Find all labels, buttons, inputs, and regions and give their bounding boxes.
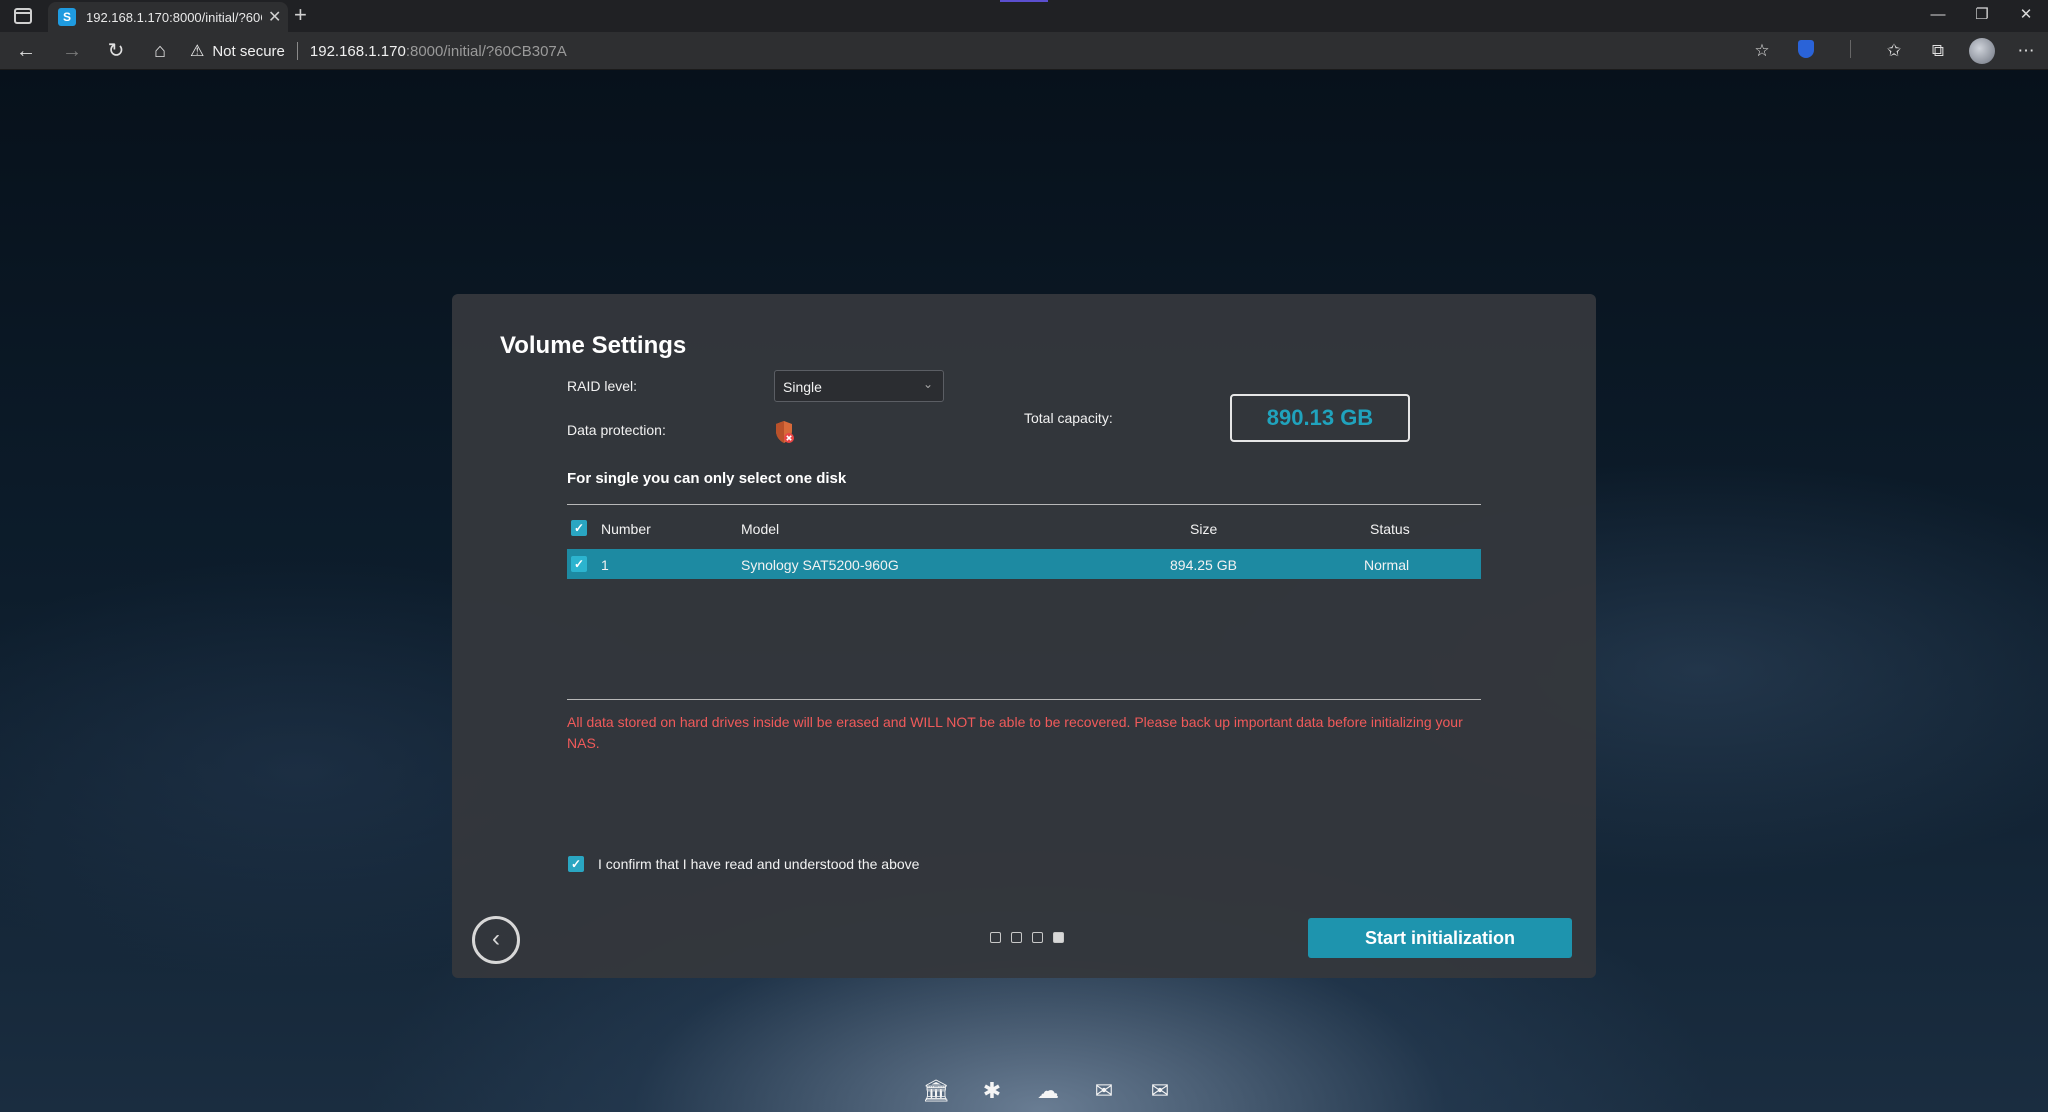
close-tab-icon[interactable]: ✕ — [268, 7, 281, 27]
url-field[interactable]: ⚠ Not secure 192.168.1.170 :8000/initial… — [190, 36, 1790, 66]
header-number: Number — [601, 521, 651, 537]
bitwarden-icon[interactable] — [1784, 39, 1828, 63]
total-capacity-value: 890.13 GB — [1230, 394, 1410, 442]
address-bar: ← → ↻ ⌂ ⚠ Not secure 192.168.1.170 :8000… — [0, 32, 2048, 70]
chat-icon[interactable]: ✉ — [1076, 1078, 1132, 1104]
shield-no-protection-icon — [776, 421, 794, 443]
minimize-icon[interactable]: — — [1916, 0, 1960, 32]
warning-icon: ⚠ — [190, 43, 205, 60]
url-host: 192.168.1.170 — [309, 42, 406, 60]
step-dot — [1011, 932, 1022, 943]
raid-level-label: RAID level: — [567, 378, 638, 394]
select-all-checkbox[interactable]: ✓ — [571, 520, 587, 536]
header-status: Status — [1370, 521, 1410, 537]
dialog-title: Volume Settings — [500, 332, 687, 359]
new-tab-button[interactable]: + — [294, 2, 307, 28]
confirm-checkbox[interactable]: ✓ — [568, 856, 584, 872]
table-row[interactable]: ✓ 1 Synology SAT5200-960G 894.25 GB Norm… — [567, 549, 1481, 579]
add-favorite-icon[interactable]: ☆ — [1740, 41, 1784, 61]
back-icon[interactable]: ← — [6, 32, 46, 70]
back-button[interactable]: ‹ — [472, 916, 520, 964]
security-label[interactable]: Not secure — [212, 43, 285, 60]
collections-icon[interactable]: ⧉ — [1916, 41, 1960, 61]
tab-title: 192.168.1.170:8000/initial/?60CB307A — [86, 9, 262, 25]
step-dot — [1032, 932, 1043, 943]
forward-icon[interactable]: → — [52, 32, 92, 70]
favorites-icon[interactable]: ✩ — [1872, 41, 1916, 61]
puzzle-icon[interactable]: ✱ — [964, 1078, 1020, 1104]
confirm-label[interactable]: I confirm that I have read and understoo… — [598, 856, 919, 872]
row-checkbox[interactable]: ✓ — [571, 556, 587, 572]
home-icon[interactable]: ⌂ — [140, 32, 180, 70]
step-dot-active — [1053, 932, 1064, 943]
cloud-download-icon[interactable]: ☁ — [1020, 1078, 1076, 1104]
step-indicator — [990, 932, 1074, 943]
volume-settings-dialog: Volume Settings RAID level: Single ⌄ Dat… — [452, 294, 1596, 978]
more-icon[interactable]: ⋯ — [2004, 41, 2048, 61]
disk-table: ✓ Number Model Size Status ✓ 1 Synology … — [567, 504, 1481, 700]
url-path: :8000/initial/?60CB307A — [405, 42, 567, 60]
start-initialization-button[interactable]: Start initialization — [1308, 918, 1572, 958]
data-erase-warning: All data stored on hard drives inside wi… — [567, 714, 1463, 751]
bottom-dock: 🏛 ✱ ☁ ✉ ✉ — [908, 1078, 1188, 1104]
close-window-icon[interactable]: ✕ — [2004, 0, 2048, 32]
reload-icon[interactable]: ↻ — [96, 32, 136, 70]
header-size: Size — [1190, 521, 1218, 537]
step-dot — [990, 932, 1001, 943]
window-accent-line — [1000, 0, 1048, 2]
tab-actions-icon[interactable] — [14, 8, 32, 24]
profile-avatar[interactable] — [1960, 38, 2004, 64]
table-header: ✓ Number Model Size Status — [567, 513, 1481, 543]
mail-icon[interactable]: ✉ — [1132, 1078, 1188, 1104]
raid-level-select[interactable]: Single ⌄ — [774, 370, 944, 402]
toolbar-divider — [1828, 39, 1872, 63]
data-protection-label: Data protection: — [567, 422, 666, 438]
single-disk-note: For single you can only select one disk — [567, 470, 847, 487]
browser-tab[interactable]: S 192.168.1.170:8000/initial/?60CB307A ✕ — [48, 2, 288, 32]
url-divider — [296, 42, 298, 60]
bank-icon[interactable]: 🏛 — [908, 1078, 964, 1104]
cell-number: 1 — [601, 557, 609, 573]
cell-status: Normal — [1364, 557, 1410, 573]
restore-icon[interactable]: ❐ — [1960, 0, 2004, 32]
cell-model: Synology SAT5200-960G — [741, 557, 899, 573]
browser-toolbar-right: ☆ ✩ ⧉ ⋯ — [1740, 32, 2048, 70]
total-capacity-label: Total capacity: — [1024, 410, 1113, 426]
favicon-icon: S — [58, 8, 76, 26]
page-background: Volume Settings RAID level: Single ⌄ Dat… — [0, 70, 2048, 1112]
browser-tab-bar: S 192.168.1.170:8000/initial/?60CB307A ✕… — [0, 0, 2048, 32]
raid-level-value: Single — [783, 379, 822, 395]
chevron-down-icon: ⌄ — [922, 377, 933, 391]
cell-size: 894.25 GB — [1170, 557, 1237, 573]
header-model: Model — [741, 521, 780, 537]
chevron-left-icon: ‹ — [492, 925, 500, 952]
window-controls: — ❐ ✕ — [1916, 0, 2048, 32]
